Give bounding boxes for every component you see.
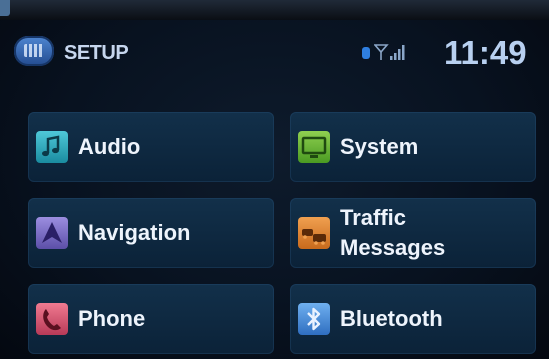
music-note-icon <box>36 131 68 163</box>
navigation-arrow-icon <box>36 217 68 249</box>
menu-tile-system[interactable]: System <box>290 112 536 182</box>
menu-label-audio: Audio <box>78 134 141 159</box>
menu-label-traffic-messages: Traffic Messages <box>340 205 446 260</box>
setup-icon[interactable] <box>14 36 54 66</box>
clock: 11:49 <box>444 34 527 71</box>
bezel-corner-accent <box>0 0 10 16</box>
screen-bezel <box>0 0 549 20</box>
bluetooth-icon <box>298 303 330 335</box>
traffic-icon <box>298 217 330 249</box>
page-title: SETUP <box>64 42 129 64</box>
menu-tile-phone[interactable]: Phone <box>28 284 274 354</box>
menu-tile-audio[interactable]: Audio <box>28 112 274 182</box>
menu-label-navigation: Navigation <box>78 220 191 245</box>
menu-label-system: System <box>340 134 419 159</box>
status-header: SETUP 11:49 <box>0 34 549 74</box>
menu-tile-navigation[interactable]: Navigation <box>28 198 274 268</box>
menu-tile-traffic-messages[interactable]: Traffic Messages <box>290 198 536 268</box>
menu-label-phone: Phone <box>78 306 146 331</box>
menu-label-bluetooth: Bluetooth <box>340 306 443 331</box>
monitor-icon <box>298 131 330 163</box>
signal-strength-icon <box>374 44 405 60</box>
phone-handset-icon <box>36 303 68 335</box>
menu-tile-bluetooth[interactable]: Bluetooth <box>290 284 536 354</box>
bluetooth-status-icon <box>362 47 370 59</box>
